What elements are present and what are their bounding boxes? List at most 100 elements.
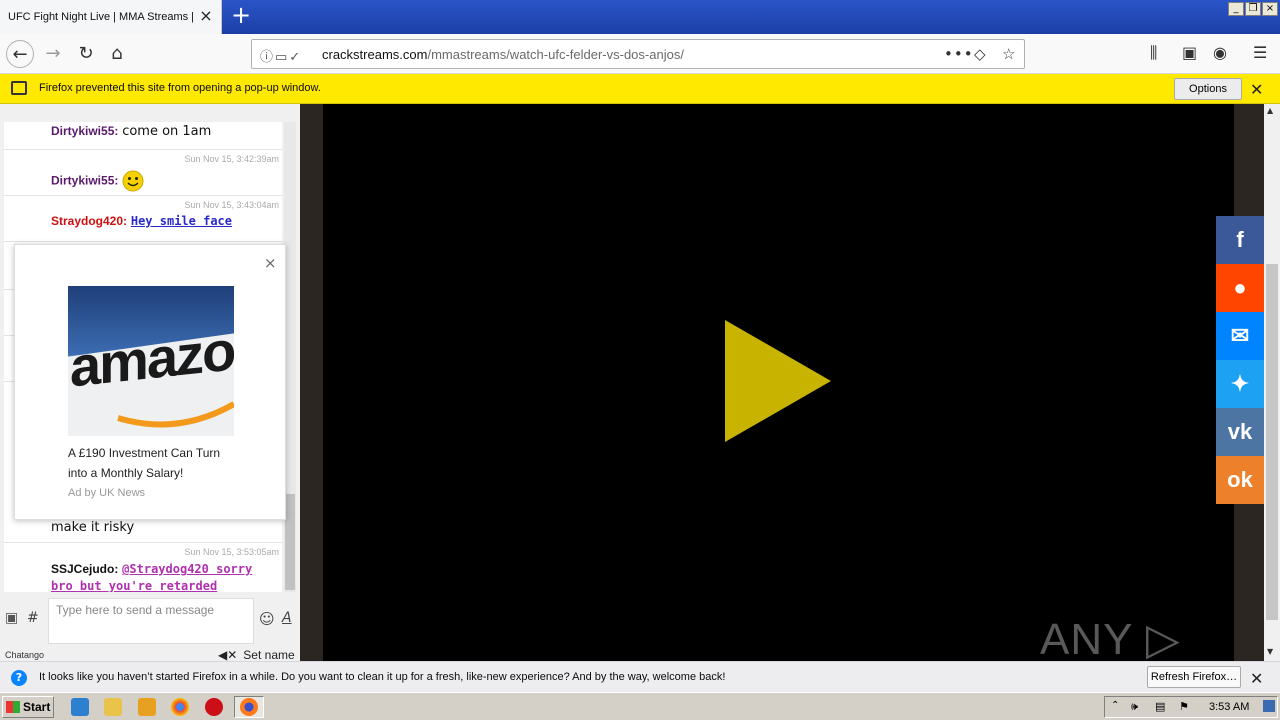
- ad-close-icon[interactable]: ×: [264, 254, 277, 272]
- menu-icon[interactable]: ☰: [1253, 43, 1267, 62]
- explorer-icon[interactable]: [104, 698, 122, 716]
- amazon-smile-icon: [117, 401, 234, 428]
- refresh-message: It looks like you haven’t started Firefo…: [39, 671, 726, 683]
- hashtag-button[interactable]: #: [27, 610, 39, 626]
- library-icon[interactable]: ⫼: [1150, 43, 1157, 63]
- network-icon[interactable]: ▤: [1155, 700, 1165, 713]
- chat-message: Sun Nov 15, 3:43:04am Straydog420: Hey s…: [4, 196, 282, 242]
- navigation-bar: ← → ↻ ⌂ ⓘ▭✓ crackstreams.com/mmastreams/…: [0, 34, 1280, 74]
- chat-text: make it risky: [51, 520, 135, 535]
- chat-text: come on 1am: [122, 124, 212, 139]
- sidebar-icon[interactable]: ▣: [1182, 43, 1197, 62]
- screen: UFC Fight Night Live | MMA Streams | U ×…: [0, 0, 1280, 720]
- home-button[interactable]: ⌂: [103, 40, 131, 68]
- mute-icon[interactable]: ◀✕: [218, 648, 237, 662]
- media-player-icon[interactable]: [138, 698, 156, 716]
- show-desktop-icon[interactable]: [1263, 700, 1275, 712]
- site-info-icon[interactable]: ⓘ▭✓: [260, 46, 302, 65]
- messenger-icon[interactable]: ✉: [1216, 312, 1264, 360]
- windows-logo-icon: [6, 701, 20, 713]
- restore-button[interactable]: ❐: [1245, 2, 1261, 16]
- chat-link[interactable]: Hey smile face: [131, 214, 232, 228]
- chat-message: Dirtykiwi55: come on 1am: [4, 122, 282, 150]
- taskbar: Start ⌃ 🕪 ▤ ⚑ 3:53 AM: [0, 692, 1280, 720]
- set-name-button[interactable]: ◀✕ Set name: [218, 648, 295, 662]
- back-button[interactable]: ←: [6, 40, 34, 68]
- pocket-icon[interactable]: ◇: [974, 45, 986, 63]
- refresh-firefox-bar: ? It looks like you haven’t started Fire…: [0, 661, 1280, 692]
- page-scrollbar[interactable]: ▲ ▼: [1264, 104, 1280, 661]
- chat-input-row: ▣ # Type here to send a message ☺ A: [0, 596, 300, 648]
- ad-image[interactable]: amazo: [68, 286, 234, 436]
- tab-bar: UFC Fight Night Live | MMA Streams | U ×…: [0, 0, 1280, 34]
- chat-scrollbar-thumb[interactable]: [285, 494, 295, 590]
- info-icon: ?: [11, 670, 27, 686]
- camera-icon[interactable]: ▣: [5, 610, 18, 626]
- text-style-icon[interactable]: A: [282, 610, 292, 626]
- facebook-icon[interactable]: f: [1216, 216, 1264, 264]
- ad-card[interactable]: × amazo A £190 Investment Can Turn into …: [14, 244, 286, 520]
- chat-username[interactable]: Dirtykiwi55:: [51, 124, 118, 138]
- account-icon[interactable]: ◉: [1213, 43, 1227, 62]
- reddit-icon[interactable]: ●: [1216, 264, 1264, 312]
- chat-timestamp: Sun Nov 15, 3:43:04am: [184, 200, 279, 210]
- page-content: Dirtykiwi55: come on 1am Sun Nov 15, 3:4…: [0, 104, 1280, 714]
- refresh-bar-close-icon[interactable]: ✕: [1250, 669, 1263, 688]
- popup-blocked-bar: Firefox prevented this site from opening…: [0, 74, 1280, 104]
- chat-message: Sun Nov 15, 3:53:05am SSJCejudo: @Strayd…: [4, 543, 282, 592]
- tray-expand-icon[interactable]: ⌃: [1111, 700, 1119, 711]
- twitter-icon[interactable]: ✦: [1216, 360, 1264, 408]
- chat-username[interactable]: SSJCejudo:: [51, 562, 118, 576]
- url-host: crackstreams.com: [322, 47, 428, 62]
- chat-message: Sun Nov 15, 3:42:39am Dirtykiwi55:: [4, 150, 282, 196]
- forward-button[interactable]: →: [39, 40, 67, 68]
- chatango-brand[interactable]: Chatango: [5, 650, 44, 660]
- bookmark-star-icon[interactable]: ☆: [1002, 45, 1015, 63]
- new-tab-button[interactable]: +: [230, 3, 252, 28]
- chrome-icon[interactable]: [171, 698, 189, 716]
- social-share-bar: f ● ✉ ✦ vk ok: [1216, 216, 1264, 504]
- ad-headline[interactable]: A £190 Investment Can Turn into a Monthl…: [68, 443, 238, 483]
- video-player[interactable]: [323, 104, 1234, 661]
- popup-blocked-message: Firefox prevented this site from opening…: [39, 82, 321, 94]
- set-name-label: Set name: [243, 648, 295, 662]
- page-scrollbar-thumb[interactable]: [1266, 264, 1278, 620]
- tab-title: UFC Fight Night Live | MMA Streams | U: [8, 11, 196, 23]
- start-label: Start: [23, 700, 51, 714]
- popup-bar-close-icon[interactable]: ✕: [1250, 80, 1263, 99]
- page-actions-icon[interactable]: •••: [944, 45, 974, 63]
- vk-icon[interactable]: vk: [1216, 408, 1264, 456]
- url-bar[interactable]: ⓘ▭✓ crackstreams.com/mmastreams/watch-uf…: [251, 39, 1025, 69]
- play-button-icon[interactable]: [725, 320, 833, 444]
- chat-panel: Dirtykiwi55: come on 1am Sun Nov 15, 3:4…: [0, 104, 300, 662]
- firefox-icon: [240, 698, 258, 716]
- tab-close-icon[interactable]: ×: [199, 8, 213, 24]
- system-tray: ⌃ 🕪 ▤ ⚑ 3:53 AM: [1104, 696, 1278, 718]
- url-text: crackstreams.com/mmastreams/watch-ufc-fe…: [322, 47, 684, 62]
- emoji-icon[interactable]: ☺: [259, 610, 275, 628]
- firefox-taskbar-button[interactable]: [234, 696, 264, 718]
- chat-username[interactable]: Straydog420:: [51, 214, 127, 228]
- start-button[interactable]: Start: [2, 696, 54, 718]
- smiley-emoji-icon: [122, 170, 144, 192]
- ie-icon[interactable]: [71, 698, 89, 716]
- url-path: /mmastreams/watch-ufc-felder-vs-dos-anjo…: [427, 47, 684, 62]
- window-close-button[interactable]: ×: [1262, 2, 1278, 16]
- chat-timestamp: Sun Nov 15, 3:42:39am: [184, 154, 279, 164]
- ad-source: Ad by UK News: [68, 487, 146, 499]
- scroll-up-icon[interactable]: ▲: [1267, 106, 1273, 115]
- opera-icon[interactable]: [205, 698, 223, 716]
- minimize-button[interactable]: _: [1228, 2, 1244, 16]
- reload-button[interactable]: ↻: [72, 40, 100, 68]
- volume-icon[interactable]: 🕪: [1131, 700, 1138, 714]
- popup-options-button[interactable]: Options: [1174, 78, 1242, 100]
- action-center-icon[interactable]: ⚑: [1179, 700, 1189, 713]
- chat-message-input[interactable]: Type here to send a message: [48, 598, 254, 644]
- odnoklassniki-icon[interactable]: ok: [1216, 456, 1264, 504]
- popup-blocked-icon: [11, 81, 27, 95]
- chat-username[interactable]: Dirtykiwi55:: [51, 174, 118, 188]
- clock[interactable]: 3:53 AM: [1209, 701, 1249, 713]
- browser-tab[interactable]: UFC Fight Night Live | MMA Streams | U ×: [0, 0, 222, 34]
- refresh-firefox-button[interactable]: Refresh Firefox…: [1147, 666, 1241, 688]
- chat-timestamp: Sun Nov 15, 3:53:05am: [184, 547, 279, 557]
